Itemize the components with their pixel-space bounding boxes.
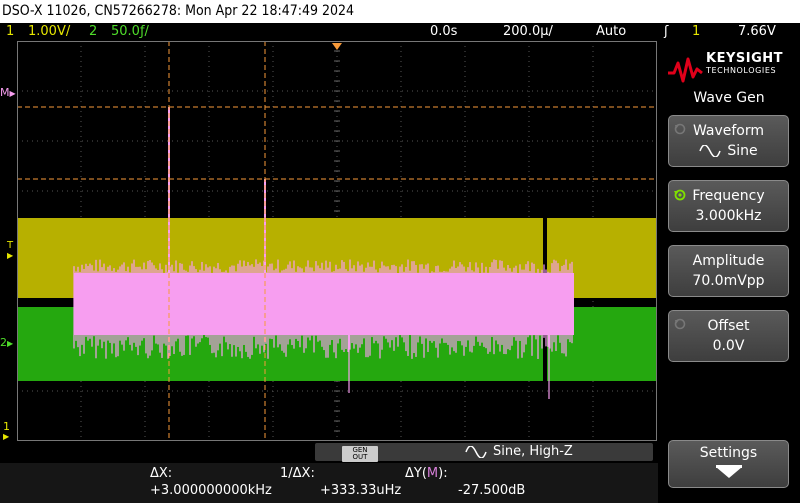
bottom-info-bar: GEN OUT Sine, High-Z ΔX: +3.000000000kHz … — [0, 441, 658, 503]
rotate-arrow-icon — [674, 318, 686, 330]
math-ground-marker[interactable]: M▶ — [0, 86, 17, 102]
brand-subtitle: TECHNOLOGIES — [706, 66, 777, 75]
ch1-number[interactable]: 1 — [6, 23, 14, 41]
inverse-delta-x-value: +333.33uHz — [320, 483, 402, 498]
window-title: DSO-X 11026, CN57266278: Mon Apr 22 18:4… — [0, 0, 800, 23]
ch2-ground-marker[interactable]: 2▶ — [0, 336, 17, 350]
softkey-panel: KEYSIGHT TECHNOLOGIES Wave Gen Waveform … — [658, 41, 800, 503]
ch1-ground-marker[interactable]: 1 ▶ — [3, 421, 17, 441]
settings-softkey[interactable]: Settings — [668, 440, 789, 488]
waveform-softkey[interactable]: Waveform Sine — [668, 115, 789, 167]
delta-y-readout: ΔY(M): -27.500dB — [405, 465, 525, 499]
gen-out-badge: GEN OUT — [342, 446, 378, 462]
status-bar: 1 1.00V/ 2 50.0ƒ/ 0.0s 200.0µ/ Auto ʃ 1 … — [0, 23, 800, 41]
timebase-scale[interactable]: 200.0µ/ — [503, 23, 553, 41]
rotate-arrow-icon — [674, 189, 686, 201]
time-delay[interactable]: 0.0s — [430, 23, 457, 41]
waveform-display[interactable] — [17, 41, 657, 441]
amplitude-label: Amplitude — [692, 253, 765, 269]
delta-y-value: -27.500dB — [458, 483, 526, 498]
offset-value: 0.0V — [712, 338, 745, 354]
amplitude-value: 70.0mVpp — [692, 273, 765, 289]
trigger-edge-icon: ʃ — [664, 24, 669, 39]
down-arrow-icon — [715, 465, 742, 478]
menu-title: Wave Gen — [693, 90, 765, 106]
trigger-mode[interactable]: Auto — [596, 23, 626, 41]
frequency-softkey[interactable]: Frequency 3.000kHz — [668, 180, 789, 232]
ch2-scale[interactable]: 50.0ƒ/ — [111, 23, 149, 41]
delta-x-readout: ΔX: +3.000000000kHz — [150, 465, 272, 499]
trigger-position-marker — [332, 43, 342, 50]
settings-label: Settings — [699, 445, 758, 461]
cursor-measurements: ΔX: +3.000000000kHz 1/ΔX: +333.33uHz ΔY(… — [0, 463, 658, 503]
trigger-level[interactable]: 7.66V — [738, 23, 776, 41]
ch1-scale[interactable]: 1.00V/ — [28, 23, 70, 41]
delta-x-value: +3.000000000kHz — [150, 483, 272, 498]
delta-x-label: ΔX: — [150, 466, 173, 481]
frequency-value: 3.000kHz — [695, 208, 762, 224]
rotate-arrow-icon — [674, 123, 686, 135]
brand-name: KEYSIGHT — [706, 51, 783, 66]
trigger-source[interactable]: 1 — [692, 23, 700, 41]
sine-wave-icon — [465, 446, 487, 458]
inverse-delta-x-readout: 1/ΔX: +333.33uHz — [280, 465, 401, 499]
amplitude-softkey[interactable]: Amplitude 70.0mVpp — [668, 245, 789, 297]
wavegen-status: GEN OUT Sine, High-Z — [315, 443, 653, 462]
sine-wave-icon — [699, 144, 722, 158]
trigger-level-marker[interactable]: T ▶ — [7, 241, 17, 263]
delta-y-label: ΔY(M): — [405, 466, 448, 481]
inverse-delta-x-label: 1/ΔX: — [280, 466, 315, 481]
gen-description: Sine, High-Z — [493, 444, 573, 459]
math-fft-band — [74, 273, 574, 335]
ch2-number[interactable]: 2 — [89, 23, 97, 41]
waveform-value: Sine — [669, 142, 788, 160]
offset-softkey[interactable]: Offset 0.0V — [668, 310, 789, 362]
